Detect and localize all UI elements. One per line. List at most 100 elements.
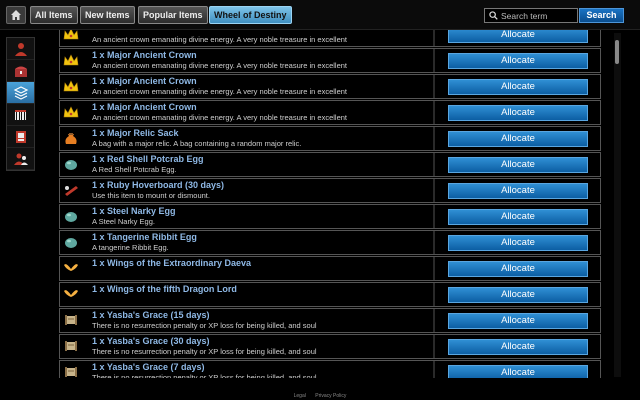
scrollbar-thumb[interactable] (615, 40, 619, 64)
allocate-button[interactable]: Allocate (448, 287, 588, 303)
item-name: 1 x Yasba's Grace (30 days) (92, 336, 210, 346)
scroll-icon (63, 339, 79, 353)
allocate-button[interactable]: Allocate (448, 79, 588, 95)
barcode-icon (14, 109, 26, 120)
tab-new-items[interactable]: New Items (80, 6, 135, 24)
item-description: Use this item to mount or dismount. (92, 191, 210, 200)
row-divider (433, 179, 435, 202)
egg-icon (63, 209, 79, 223)
category-sidebar (6, 37, 35, 171)
wings-icon (63, 287, 79, 301)
tab-wheel-of-destiny[interactable]: Wheel of Destiny (209, 6, 292, 24)
scroll-icon (63, 365, 79, 378)
card-icon (15, 130, 26, 143)
item-name: 1 x Major Ancient Crown (92, 102, 197, 112)
search-box (484, 8, 578, 23)
row-divider (433, 205, 435, 228)
search-icon (489, 11, 498, 20)
crown-icon (63, 105, 79, 119)
item-description: There is no resurrection penalty or XP l… (92, 373, 317, 378)
footer-link-privacy[interactable]: Privacy Policy (315, 393, 346, 399)
allocate-button[interactable]: Allocate (448, 105, 588, 121)
item-description: There is no resurrection penalty or XP l… (92, 347, 317, 356)
list-item: 1 x Yasba's Grace (15 days) There is no r… (59, 308, 601, 333)
allocate-button[interactable]: Allocate (448, 183, 588, 199)
item-description: An ancient crown emanating divine energy… (92, 87, 348, 96)
list-item: 1 x Yasba's Grace (30 days) There is no r… (59, 334, 601, 359)
egg-icon (63, 235, 79, 249)
scrollbar-track[interactable] (614, 33, 621, 377)
character-icon (14, 42, 27, 56)
footer-link-legal[interactable]: Legal (294, 393, 306, 399)
list-item: An ancient crown emanating divine energy… (59, 30, 601, 47)
user-group-icon (13, 153, 28, 165)
allocate-button[interactable]: Allocate (448, 131, 588, 147)
footer: Legal Privacy Policy (0, 392, 640, 400)
crown-icon (63, 53, 79, 67)
list-item: 1 x Major Ancient Crown An ancient crown … (59, 48, 601, 73)
list-item: 1 x Major Ancient Crown An ancient crown … (59, 74, 601, 99)
wings-icon (63, 261, 79, 275)
sidebar-item-user-group[interactable] (7, 148, 34, 170)
item-description: An ancient crown emanating divine energy… (92, 35, 348, 44)
layers-icon (13, 85, 28, 100)
item-description: A bag with a major relic. A bag containi… (92, 139, 302, 148)
item-list: An ancient crown emanating divine energy… (59, 30, 601, 378)
row-divider (433, 257, 435, 280)
row-divider (433, 127, 435, 150)
home-button[interactable] (6, 6, 26, 24)
row-divider (433, 101, 435, 124)
allocate-button[interactable]: Allocate (448, 157, 588, 173)
list-item: 1 x Red Shell Potcrab Egg A Red Shell Pot… (59, 152, 601, 177)
item-description: An ancient crown emanating divine energy… (92, 113, 348, 122)
allocate-button[interactable]: Allocate (448, 261, 588, 277)
list-item: 1 x Wings of the Extraordinary Daeva Allo… (59, 256, 601, 281)
allocate-button[interactable]: Allocate (448, 339, 588, 355)
row-divider (433, 153, 435, 176)
sidebar-item-layers[interactable] (7, 82, 34, 104)
item-description: An ancient crown emanating divine energy… (92, 61, 348, 70)
scroll-icon (63, 313, 79, 327)
home-icon (11, 10, 21, 20)
item-name: 1 x Major Ancient Crown (92, 50, 197, 60)
row-divider (433, 335, 435, 358)
sack-icon (63, 131, 79, 145)
hoverboard-icon (63, 183, 79, 197)
row-divider (433, 75, 435, 98)
list-item: 1 x Yasba's Grace (7 days) There is no re… (59, 360, 601, 378)
item-name: 1 x Yasba's Grace (7 days) (92, 362, 205, 372)
item-name: 1 x Major Relic Sack (92, 128, 179, 138)
item-name: 1 x Ruby Hoverboard (30 days) (92, 180, 225, 190)
list-item: 1 x Wings of the fifth Dragon Lord Alloca… (59, 282, 601, 307)
item-description: A Steel Narky Egg. (92, 217, 155, 226)
allocate-button[interactable]: Allocate (448, 313, 588, 329)
allocate-button[interactable]: Allocate (448, 235, 588, 251)
item-name: 1 x Wings of the fifth Dragon Lord (92, 284, 237, 294)
allocate-button[interactable]: Allocate (448, 365, 588, 378)
list-item: 1 x Major Relic Sack A bag with a major r… (59, 126, 601, 151)
row-divider (433, 309, 435, 332)
search-input[interactable] (501, 9, 577, 22)
row-divider (433, 231, 435, 254)
allocate-button[interactable]: Allocate (448, 53, 588, 69)
sidebar-item-barcode[interactable] (7, 104, 34, 126)
item-name: 1 x Tangerine Ribbit Egg (92, 232, 197, 242)
tab-popular-items[interactable]: Popular Items (138, 6, 208, 24)
allocate-button[interactable]: Allocate (448, 30, 588, 43)
row-divider (433, 283, 435, 306)
sidebar-item-character[interactable] (7, 38, 34, 60)
search-button[interactable]: Search (579, 8, 624, 23)
top-nav-bar: All Items New Items Popular Items Wheel … (0, 0, 640, 30)
allocate-button[interactable]: Allocate (448, 209, 588, 225)
row-divider (433, 49, 435, 72)
crown-icon (63, 30, 79, 41)
egg-icon (63, 157, 79, 171)
item-description: A Red Shell Potcrab Egg. (92, 165, 177, 174)
item-name: 1 x Major Ancient Crown (92, 76, 197, 86)
item-name: 1 x Steel Narky Egg (92, 206, 176, 216)
tab-all-items[interactable]: All Items (30, 6, 78, 24)
item-name: 1 x Wings of the Extraordinary Daeva (92, 258, 251, 268)
sidebar-item-card[interactable] (7, 126, 34, 148)
sidebar-item-chest[interactable] (7, 60, 34, 82)
list-item: 1 x Tangerine Ribbit Egg A tangerine Ribb… (59, 230, 601, 255)
